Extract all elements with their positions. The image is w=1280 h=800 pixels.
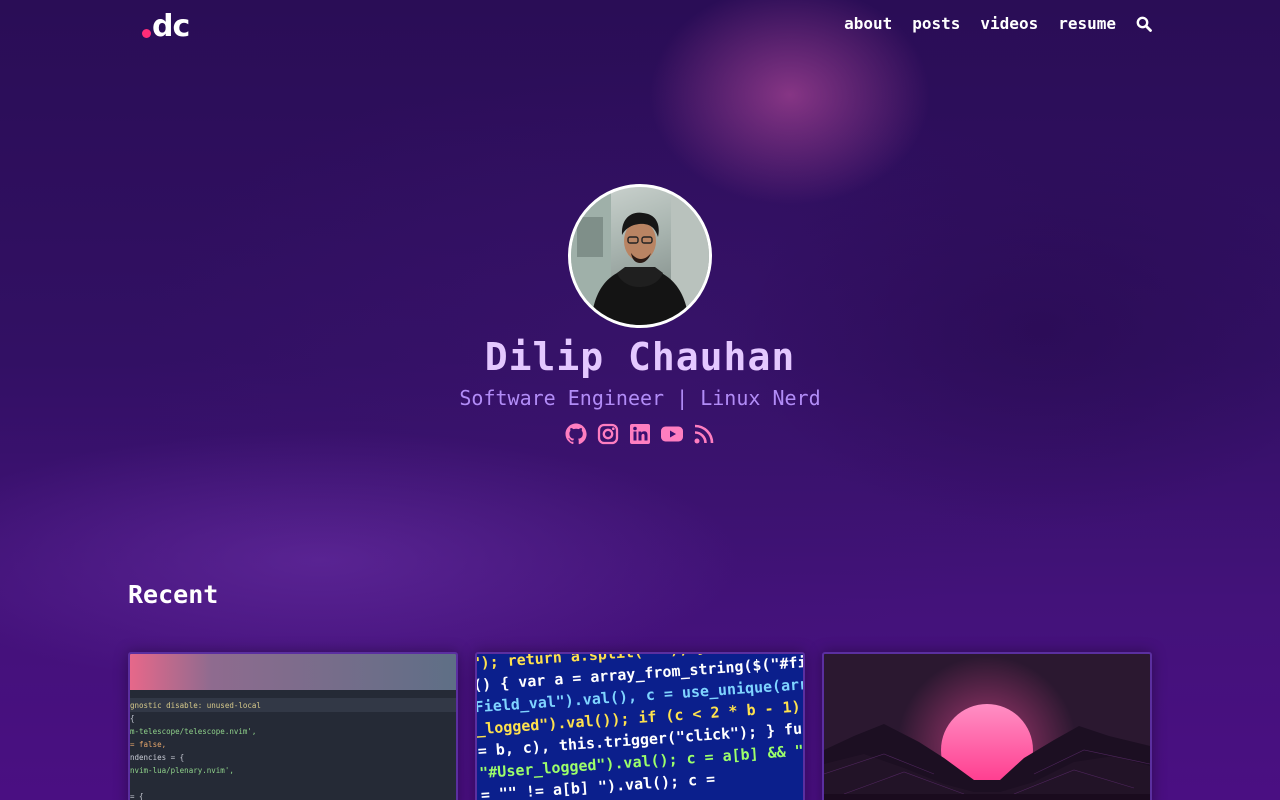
social-links — [564, 422, 716, 446]
code-line: { — [130, 714, 135, 723]
logo-dot — [142, 29, 151, 38]
site-header: dc about posts videos resume — [0, 0, 1280, 52]
code-editor-image: gnostic disable: unused-local { m-telesc… — [130, 654, 456, 800]
nav-posts[interactable]: posts — [912, 14, 960, 33]
instagram-icon[interactable] — [596, 422, 620, 446]
recent-posts: gnostic disable: unused-local { m-telesc… — [128, 652, 1152, 800]
post-card-sunset[interactable] — [822, 652, 1152, 800]
post-card-code[interactable]: "); return a.split(" "); } $("#unique").… — [475, 652, 805, 800]
retro-sunset-image — [824, 654, 1150, 800]
code-line: m-telescope/telescope.nvim', — [130, 727, 256, 736]
colorful-code-image: "); return a.split(" "); } $("#unique").… — [477, 654, 803, 800]
logo-text: dc — [152, 9, 190, 44]
main-nav: about posts videos resume — [844, 14, 1152, 33]
post-card-neovim[interactable]: gnostic disable: unused-local { m-telesc… — [128, 652, 458, 800]
github-icon[interactable] — [564, 422, 588, 446]
recent-heading: Recent — [128, 580, 219, 609]
nav-about[interactable]: about — [844, 14, 892, 33]
youtube-icon[interactable] — [660, 422, 684, 446]
code-line: = { — [130, 792, 144, 800]
profile-tagline: Software Engineer | Linux Nerd — [459, 386, 821, 410]
nav-videos[interactable]: videos — [980, 14, 1038, 33]
profile-name: Dilip Chauhan — [484, 335, 796, 379]
page: dc about posts videos resume Dilip Chauh… — [0, 0, 1280, 800]
hero-section: Dilip Chauhan Software Engineer | Linux … — [0, 184, 1280, 446]
nav-resume[interactable]: resume — [1058, 14, 1116, 33]
code-line: gnostic disable: unused-local — [130, 701, 261, 710]
linkedin-icon[interactable] — [628, 422, 652, 446]
search-icon[interactable] — [1136, 16, 1152, 32]
avatar — [568, 184, 712, 328]
code-line: nvim-lua/plenary.nvim', — [130, 766, 234, 775]
code-line: ndencies = { — [130, 753, 184, 762]
site-logo[interactable]: dc — [142, 9, 190, 44]
code-line: = false, — [130, 740, 166, 749]
rss-icon[interactable] — [692, 422, 716, 446]
